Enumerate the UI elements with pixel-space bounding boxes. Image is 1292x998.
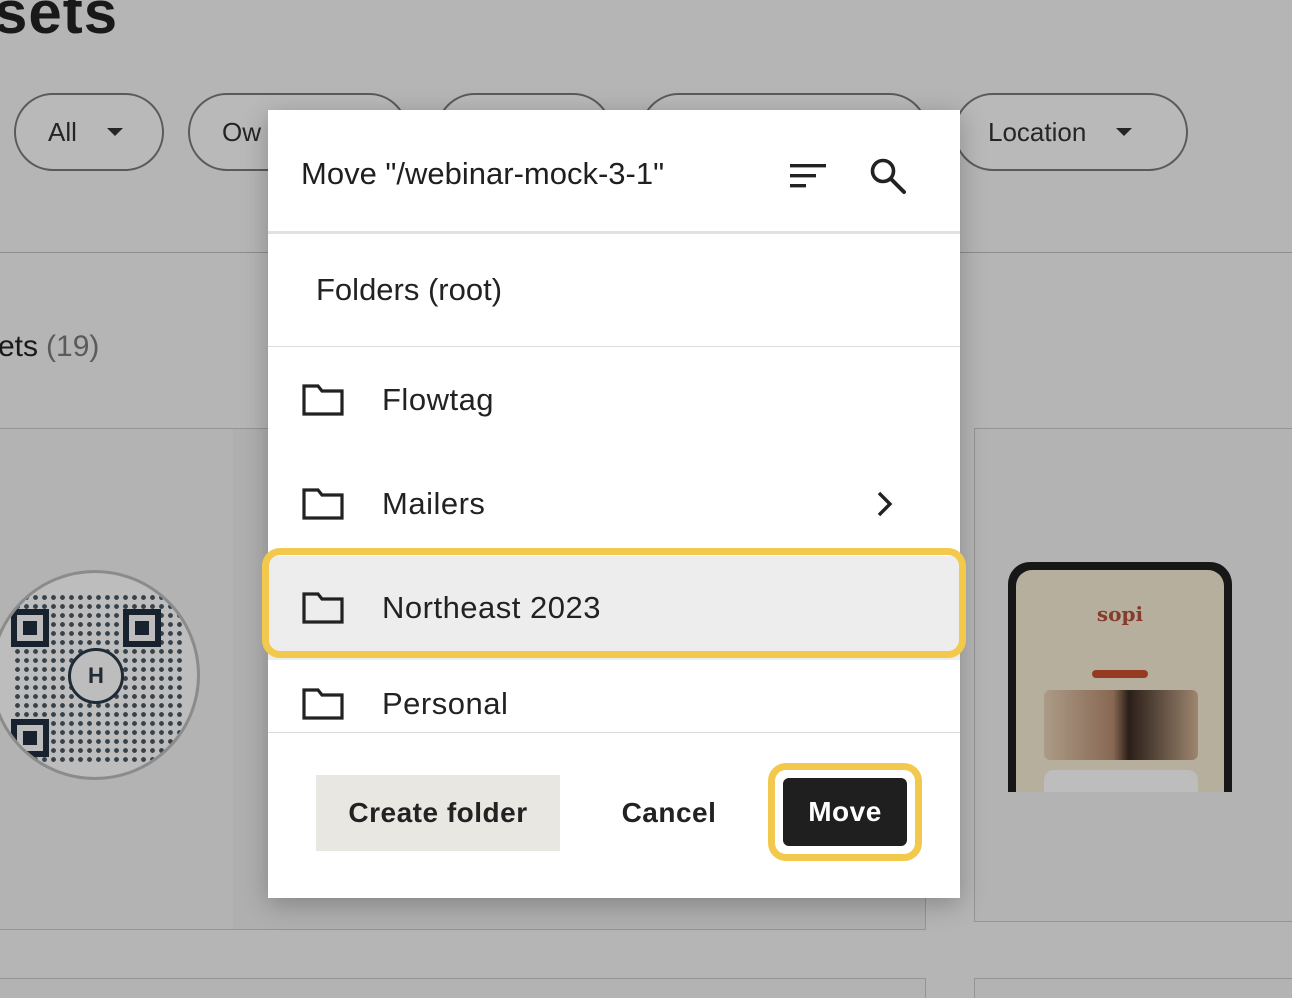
folder-icon [302,592,344,624]
folder-name: Mailers [382,486,486,521]
folder-icon [302,488,344,520]
folder-name: Northeast 2023 [382,590,601,625]
create-folder-button[interactable]: Create folder [316,775,560,851]
folder-icon [302,384,344,416]
folder-row-personal[interactable]: Personal [268,652,960,732]
folder-row-mailers[interactable]: Mailers [268,452,960,556]
search-button[interactable] [866,154,910,198]
folder-list: Flowtag Mailers Northeast 2023 Personal [268,348,960,732]
sort-button[interactable] [786,154,830,198]
cancel-button[interactable]: Cancel [598,775,740,851]
breadcrumb-root[interactable]: Folders (root) [268,234,960,347]
move-button-highlight: Move [768,763,922,861]
dialog-header: Move "/webinar-mock-3-1" [268,110,960,234]
dialog-title: Move "/webinar-mock-3-1" [301,156,665,191]
sort-icon [790,164,826,188]
move-dialog: Move "/webinar-mock-3-1" Folders (root) … [268,110,960,898]
search-icon [870,158,906,194]
move-button[interactable]: Move [783,778,907,846]
folder-name: Personal [382,686,509,721]
folder-icon [302,688,344,720]
folder-row-flowtag[interactable]: Flowtag [268,348,960,452]
chevron-right-icon[interactable] [872,489,896,519]
folder-name: Flowtag [382,382,495,417]
breadcrumb-label: Folders (root) [316,272,503,307]
dialog-footer: Create folder Cancel Move [268,732,960,898]
folder-row-northeast-2023[interactable]: Northeast 2023 [268,556,960,660]
